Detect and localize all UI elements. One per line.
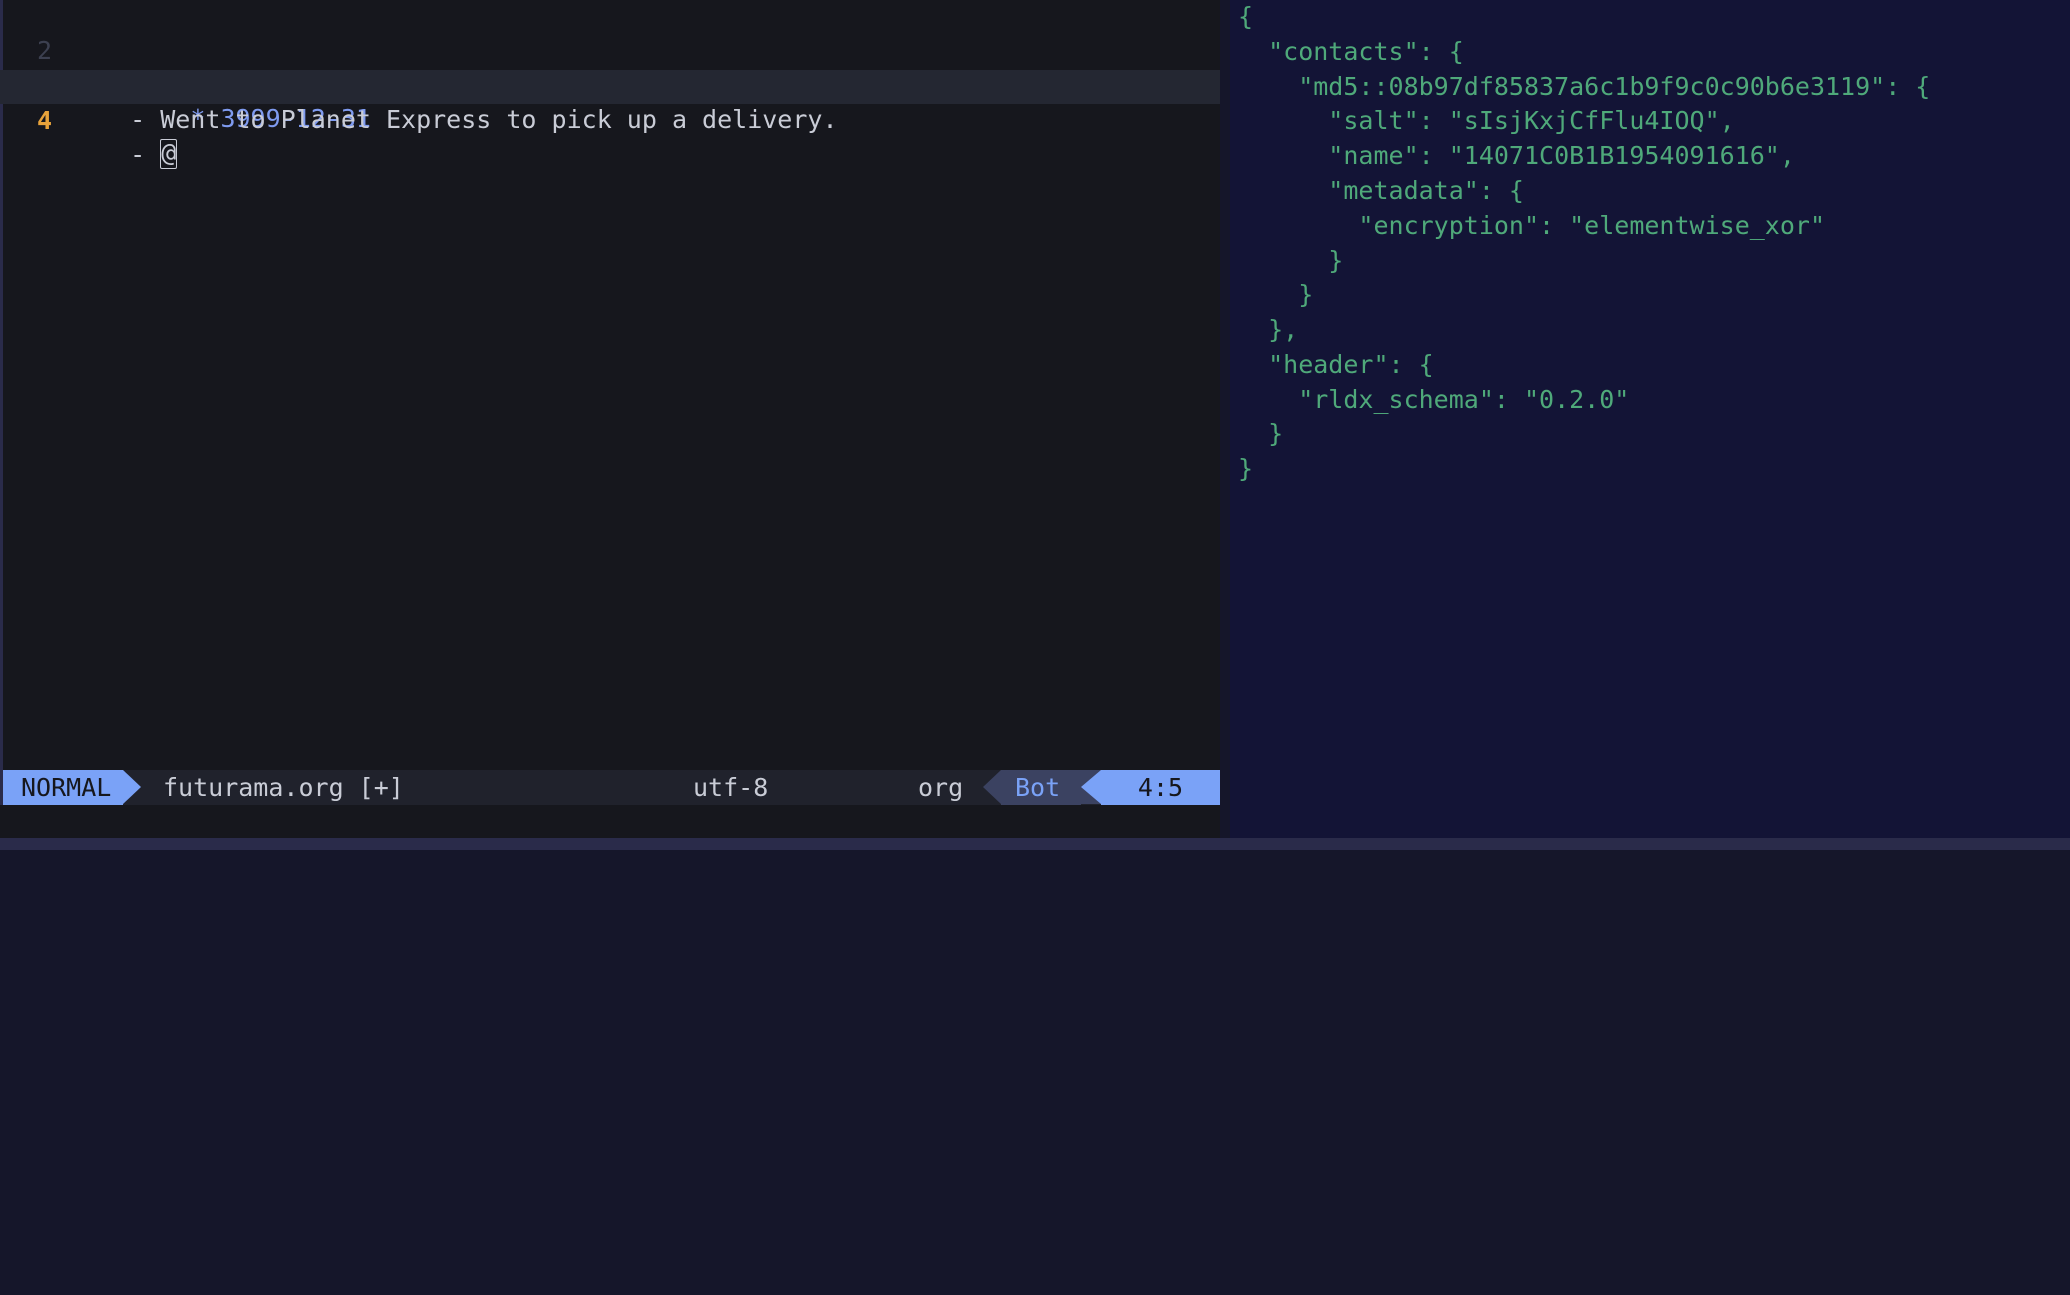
mode-separator [123,770,141,804]
json-line: } [1238,419,1284,448]
list-item-text: - Went to Planet Express to pick up a de… [100,105,838,134]
window-border [0,838,2070,850]
json-line: { [1238,2,1254,31]
scroll-separator [983,770,1001,804]
editor-pane[interactable]: 2 * 3999-12-31 1 - Went to Planet Expres… [0,0,1220,850]
editor-line[interactable]: 1 - Went to Planet Express to pick up a … [0,35,1220,134]
file-encoding: utf-8 [693,773,769,802]
file-type: org [918,773,964,802]
json-line: "header": { [1238,350,1434,379]
mode-indicator: NORMAL [3,770,123,805]
json-line: "md5::08b97df85837a6c1b9f9c0c90b6e3119":… [1238,72,1931,101]
current-line-number: 4 [36,106,52,135]
json-line: } [1238,246,1344,275]
json-preview-pane[interactable]: { "contacts": { "md5::08b97df85837a6c1b9… [1230,0,2070,838]
json-line: "rldx_schema": "0.2.0" [1238,385,1630,414]
json-line: }, [1238,315,1299,344]
json-line: } [1238,280,1314,309]
list-bullet: - [100,140,161,169]
position-separator [1081,770,1101,804]
status-line: NORMAL futurama.org [+] utf-8 org Bot 4:… [3,770,1220,837]
editor-line[interactable]: 2 * 3999-12-31 [0,0,1220,133]
json-line: "metadata": { [1238,176,1524,205]
text-cursor: @ [160,138,178,169]
json-line: "contacts": { [1238,37,1464,66]
file-name: futurama.org [+] [163,773,404,802]
cursor-position: 4:5 [1101,770,1220,805]
pane-divider[interactable] [1220,0,1230,838]
scroll-position: Bot [1001,770,1081,805]
json-line: "name": "14071C0B1B1954091616", [1238,141,1795,170]
json-line: "salt": "sIsjKxjCfFlu4IOQ", [1238,106,1735,135]
editor-line-current[interactable]: 4 - @ [0,70,1220,169]
json-line: } [1238,454,1254,483]
command-line[interactable] [0,805,1220,838]
json-line: "encryption": "elementwise_xor" [1238,211,1825,240]
